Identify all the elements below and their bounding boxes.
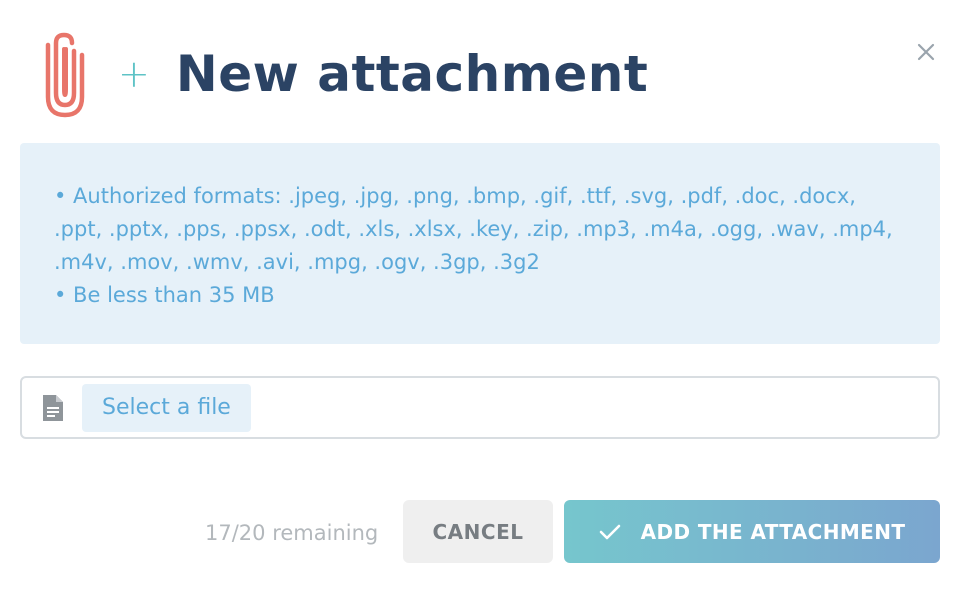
new-attachment-dialog: + New attachment • Authorized formats: .… [0,0,962,602]
document-icon [43,394,63,421]
add-attachment-button[interactable]: ADD THE ATTACHMENT [564,500,940,563]
file-input-field[interactable]: Select a file [20,376,940,439]
select-file-button[interactable]: Select a file [82,383,251,432]
add-attachment-label: ADD THE ATTACHMENT [640,519,906,544]
check-icon [599,524,620,539]
dialog-header: + New attachment [40,28,648,120]
plus-icon: + [118,52,150,96]
close-icon[interactable] [914,40,938,64]
paperclip-icon [45,32,85,118]
remaining-count: 17/20 remaining [205,521,379,545]
dialog-title: New attachment [175,45,649,103]
cancel-button[interactable]: CANCEL [403,500,553,563]
format-info-box: • Authorized formats: .jpeg, .jpg, .png,… [20,143,940,344]
authorized-formats-text: • Authorized formats: .jpeg, .jpg, .png,… [54,184,893,274]
size-limit-text: • Be less than 35 MB [54,283,275,307]
